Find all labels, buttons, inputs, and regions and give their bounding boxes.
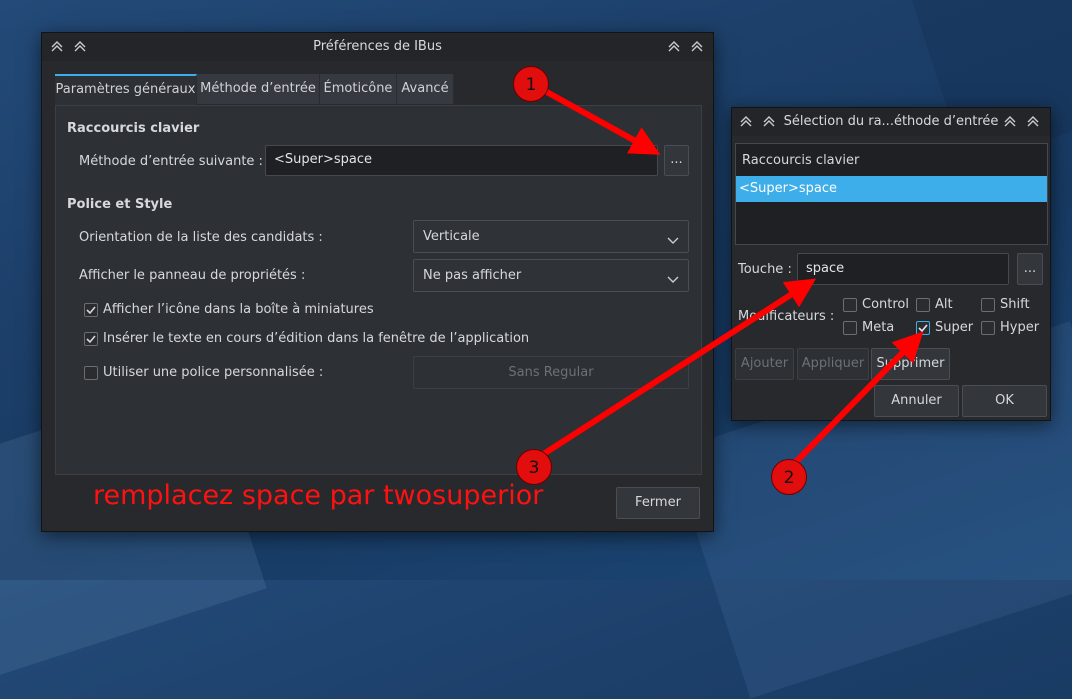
step-1-marker: 1 [513, 66, 549, 102]
arrow-1 [543, 88, 661, 155]
arrow-3 [540, 278, 817, 458]
arrow-2 [785, 331, 924, 473]
instruction-text: remplacez space par twosuperior [93, 480, 544, 511]
step-2-marker: 2 [771, 459, 807, 495]
